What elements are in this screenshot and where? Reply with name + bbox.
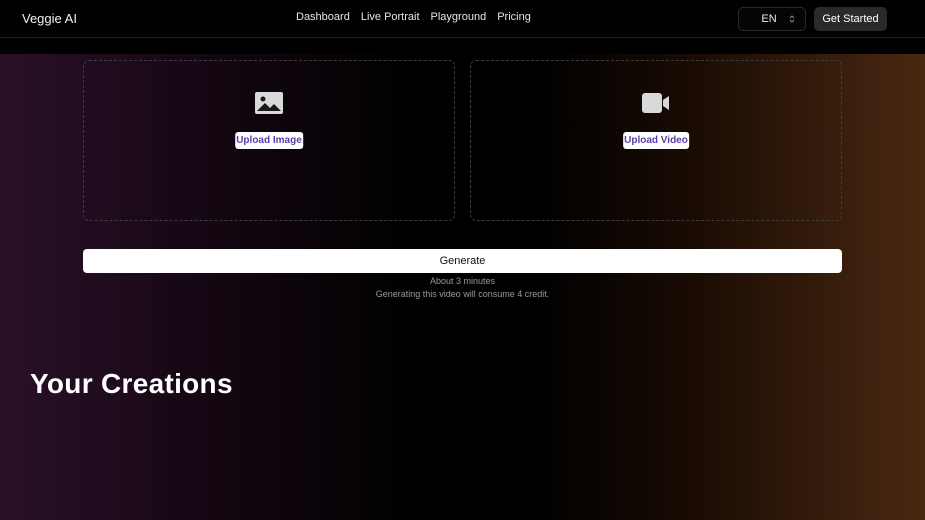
image-icon bbox=[254, 91, 284, 115]
language-select[interactable]: EN bbox=[738, 7, 806, 31]
creations-title: Your Creations bbox=[30, 368, 233, 399]
nav-playground[interactable]: Playground bbox=[431, 11, 487, 23]
brand-logo[interactable]: Veggie AI bbox=[22, 11, 77, 26]
get-started-button[interactable]: Get Started bbox=[814, 7, 887, 31]
main-nav: Dashboard Live Portrait Playground Prici… bbox=[296, 11, 531, 23]
main-content: Upload Image Upload Video Generate About… bbox=[0, 54, 925, 520]
upload-image-dropzone[interactable]: Upload Image bbox=[83, 60, 455, 221]
language-value: EN bbox=[761, 13, 777, 25]
header-spacer bbox=[0, 39, 925, 54]
upload-image-button[interactable]: Upload Image bbox=[235, 132, 303, 149]
nav-pricing[interactable]: Pricing bbox=[497, 11, 531, 23]
upload-video-dropzone[interactable]: Upload Video bbox=[470, 60, 842, 221]
credit-note: Generating this video will consume 4 cre… bbox=[375, 289, 550, 299]
nav-dashboard[interactable]: Dashboard bbox=[296, 11, 350, 23]
upload-video-button[interactable]: Upload Video bbox=[623, 132, 689, 149]
top-header: Veggie AI Dashboard Live Portrait Playgr… bbox=[0, 0, 925, 38]
video-camera-icon bbox=[641, 91, 671, 115]
page: Veggie AI Dashboard Live Portrait Playgr… bbox=[0, 0, 925, 520]
chevron-up-down-icon bbox=[789, 14, 795, 24]
generation-duration: About 3 minutes bbox=[429, 276, 496, 286]
generate-button[interactable]: Generate bbox=[83, 249, 842, 273]
nav-live-portrait[interactable]: Live Portrait bbox=[361, 11, 420, 23]
